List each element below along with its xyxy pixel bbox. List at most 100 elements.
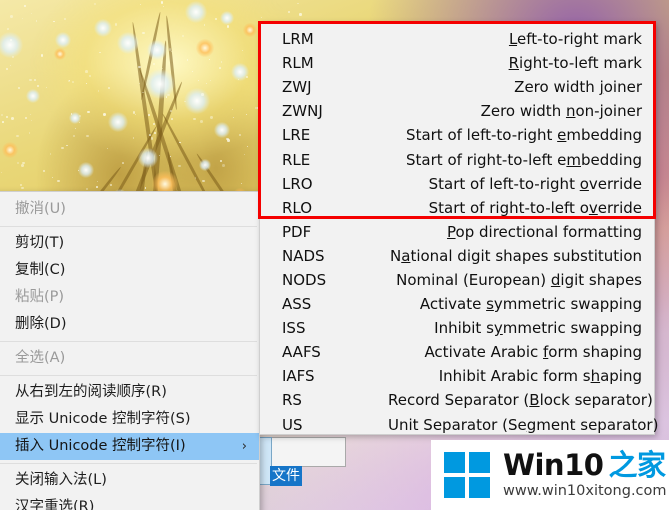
wallpaper-sparkle bbox=[210, 80, 211, 81]
wallpaper-sparkle bbox=[204, 24, 205, 25]
context-menu[interactable]: 撤消(U) 剪切(T) 复制(C) 粘贴(P) 删除(D) 全选(A) 从右到左的阅读顺序(… bbox=[0, 191, 260, 510]
wallpaper-sparkle bbox=[57, 180, 59, 182]
unicode-menu-item[interactable]: LRM Left-to-right mark bbox=[260, 27, 654, 51]
unicode-menu-item-code: RLM bbox=[282, 54, 388, 72]
context-menu-separator bbox=[0, 226, 257, 227]
unicode-menu-item[interactable]: RLE Start of right-to-left embedding bbox=[260, 147, 654, 171]
context-menu-item-label: 复制(C) bbox=[15, 262, 65, 278]
wallpaper-sparkle bbox=[29, 79, 31, 81]
unicode-menu-item[interactable]: ASS Activate symmetric swapping bbox=[260, 292, 654, 316]
accelerator-letter: j bbox=[600, 78, 604, 96]
context-menu-item-label: 汉字重选(R) bbox=[15, 499, 94, 510]
context-menu-item[interactable]: 显示 Unicode 控制字符(S) bbox=[0, 406, 259, 433]
accelerator-letter: h bbox=[591, 367, 601, 385]
wallpaper-sparkle bbox=[2, 121, 4, 123]
context-menu-item: 粘贴(P) bbox=[0, 284, 259, 311]
unicode-menu-item[interactable]: US Unit Separator (Segment separator) bbox=[260, 413, 654, 437]
unicode-menu-item-code: AAFS bbox=[282, 343, 388, 361]
wallpaper-sparkle bbox=[18, 87, 20, 89]
accelerator-letter: L bbox=[509, 30, 517, 48]
unicode-menu-item-code: ISS bbox=[282, 319, 388, 337]
context-menu-item: 撤消(U) bbox=[0, 196, 259, 223]
unicode-menu-item-description: National digit shapes substitution bbox=[388, 247, 642, 265]
unicode-menu-item[interactable]: ZWJ Zero width joiner bbox=[260, 75, 654, 99]
wallpaper-sparkle bbox=[221, 61, 222, 62]
wallpaper-sparkle bbox=[227, 25, 229, 27]
wallpaper-sparkle bbox=[61, 147, 63, 149]
unicode-menu-item[interactable]: LRE Start of left-to-right embedding bbox=[260, 123, 654, 147]
wallpaper-sparkle bbox=[7, 28, 9, 30]
wallpaper-sparkle bbox=[6, 116, 8, 118]
accelerator-letter: y bbox=[494, 319, 503, 337]
wallpaper-sparkle bbox=[246, 76, 248, 78]
wallpaper-sparkle bbox=[182, 35, 184, 37]
unicode-menu-item[interactable]: RLO Start of right-to-left override bbox=[260, 196, 654, 220]
watermark-title-en: Win10 bbox=[503, 448, 603, 482]
accelerator-letter: R bbox=[509, 54, 519, 72]
wallpaper-sparkle bbox=[71, 113, 73, 115]
wallpaper-sparkle bbox=[11, 117, 14, 120]
context-menu-item[interactable]: 插入 Unicode 控制字符(I) › bbox=[0, 433, 259, 460]
unicode-menu-item-description: Start of right-to-left override bbox=[388, 199, 642, 217]
accelerator-letter: a bbox=[401, 247, 410, 265]
unicode-menu-item-code: PDF bbox=[282, 223, 388, 241]
editor-selected-text[interactable]: 文件 bbox=[270, 466, 302, 486]
windows-logo-icon bbox=[444, 452, 490, 498]
wallpaper-sparkle bbox=[17, 162, 19, 164]
accelerator-letter: v bbox=[589, 199, 598, 217]
unicode-menu-item-description: Pop directional formatting bbox=[388, 223, 642, 241]
unicode-menu-item[interactable]: NODS Nominal (European) digit shapes bbox=[260, 268, 654, 292]
unicode-menu-item[interactable]: ISS Inhibit symmetric swapping bbox=[260, 316, 654, 340]
wallpaper-sparkle bbox=[142, 92, 144, 94]
wallpaper-sparkle bbox=[151, 137, 153, 139]
watermark-url: www.win10xitong.com bbox=[503, 482, 667, 501]
wallpaper-sparkle bbox=[209, 59, 210, 60]
context-menu-item[interactable]: 剪切(T) bbox=[0, 230, 259, 257]
context-menu-item[interactable]: 删除(D) bbox=[0, 311, 259, 338]
wallpaper-sparkle bbox=[145, 187, 146, 188]
unicode-menu-item[interactable]: RLM Right-to-left mark bbox=[260, 51, 654, 75]
unicode-menu-item[interactable]: NADS National digit shapes substitution bbox=[260, 244, 654, 268]
wallpaper-sparkle bbox=[34, 79, 36, 81]
unicode-menu-item-description: Inhibit symmetric swapping bbox=[388, 319, 642, 337]
accelerator-letter: P bbox=[447, 223, 456, 241]
unicode-menu-item-code: RLO bbox=[282, 199, 388, 217]
unicode-menu-item-code: LRM bbox=[282, 30, 388, 48]
wallpaper-sparkle bbox=[21, 164, 24, 167]
context-menu-item-label: 显示 Unicode 控制字符(S) bbox=[15, 411, 191, 427]
unicode-menu-item[interactable]: LRO Start of left-to-right override bbox=[260, 172, 654, 196]
unicode-menu-item-code: US bbox=[282, 416, 388, 434]
wallpaper-sparkle bbox=[85, 70, 88, 73]
accelerator-letter: g bbox=[527, 416, 537, 434]
wallpaper-sparkle bbox=[10, 65, 11, 66]
wallpaper-sparkle bbox=[166, 96, 167, 97]
unicode-menu-item-code: LRE bbox=[282, 126, 388, 144]
wallpaper-sparkle bbox=[53, 21, 54, 22]
wallpaper-sparkle bbox=[210, 116, 212, 118]
wallpaper-sparkle bbox=[299, 13, 301, 15]
wallpaper-sparkle bbox=[159, 155, 160, 156]
wallpaper-sparkle bbox=[226, 138, 228, 140]
accelerator-letter: s bbox=[486, 295, 494, 313]
accelerator-letter: d bbox=[551, 271, 561, 289]
unicode-menu-item[interactable]: ZWNJ Zero width non-joiner bbox=[260, 99, 654, 123]
unicode-menu-item-description: Activate symmetric swapping bbox=[388, 295, 642, 313]
wallpaper-sparkle bbox=[21, 187, 23, 189]
context-menu-item[interactable]: 关闭输入法(L) bbox=[0, 467, 259, 494]
wallpaper-sparkle bbox=[241, 183, 242, 184]
unicode-menu-item[interactable]: AAFS Activate Arabic form shaping bbox=[260, 340, 654, 364]
wallpaper-sparkle bbox=[86, 83, 87, 84]
unicode-menu-item[interactable]: RS Record Separator (Block separator) bbox=[260, 388, 654, 412]
wallpaper-sparkle bbox=[10, 39, 12, 41]
wallpaper-sparkle bbox=[171, 118, 173, 120]
context-menu-item[interactable]: 汉字重选(R) bbox=[0, 494, 259, 510]
unicode-menu-item[interactable]: PDF Pop directional formatting bbox=[260, 220, 654, 244]
unicode-menu-item[interactable]: IAFS Inhibit Arabic form shaping bbox=[260, 364, 654, 388]
context-menu-item[interactable]: 复制(C) bbox=[0, 257, 259, 284]
unicode-menu-item-code: ZWNJ bbox=[282, 102, 388, 120]
wallpaper-sparkle bbox=[73, 135, 75, 137]
context-menu-item[interactable]: 从右到左的阅读顺序(R) bbox=[0, 379, 259, 406]
context-menu-item-label: 剪切(T) bbox=[15, 235, 64, 251]
accelerator-letter: n bbox=[566, 102, 576, 120]
unicode-control-characters-submenu[interactable]: LRM Left-to-right mark RLM Right-to-left ma… bbox=[259, 22, 655, 435]
